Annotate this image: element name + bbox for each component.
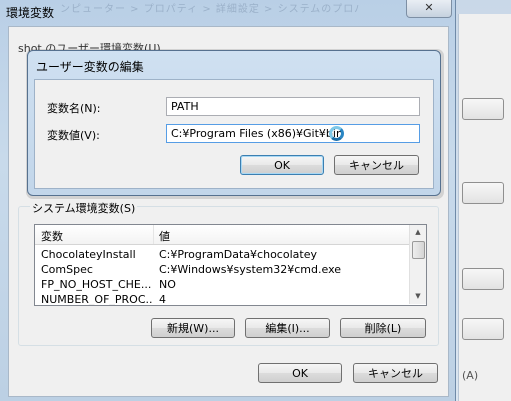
row-variable: ChocolateyInstall xyxy=(41,248,136,261)
background-window-panel xyxy=(458,14,511,401)
dialog-title: ユーザー変数の編集 xyxy=(36,60,144,74)
background-partial-text: (A) xyxy=(462,369,479,382)
background-button[interactable] xyxy=(462,318,504,340)
column-header-value[interactable]: 値 xyxy=(159,228,170,244)
new-button[interactable]: 新規(W)... xyxy=(151,318,235,338)
variable-name-field[interactable]: PATH xyxy=(166,97,420,116)
dialog-cancel-button[interactable]: キャンセル xyxy=(334,155,419,175)
window-title: 環境変数 xyxy=(6,6,55,20)
table-row[interactable]: NUMBER_OF_PROC... 4 xyxy=(35,292,409,306)
dialog-ok-button[interactable]: OK xyxy=(240,155,324,175)
table-row[interactable]: ComSpec C:¥Windows¥system32¥cmd.exe xyxy=(35,262,409,277)
column-separator[interactable] xyxy=(153,225,154,244)
delete-button[interactable]: 削除(L) xyxy=(340,318,426,338)
background-button[interactable] xyxy=(462,98,504,120)
blurred-title-text: ンピューター > プロパティ > 詳細設定 > システムのプロパティ xyxy=(60,4,360,14)
row-variable: NUMBER_OF_PROC... xyxy=(41,293,153,306)
edit-button[interactable]: 編集(I)... xyxy=(245,318,330,338)
variable-value-field[interactable]: C:¥Program Files (x86)¥Git¥bin xyxy=(166,124,420,143)
system-variables-list[interactable]: 変数 値 ChocolateyInstall C:¥ProgramData¥ch… xyxy=(34,224,427,306)
close-icon: ✕ xyxy=(424,1,434,14)
row-value: C:¥ProgramData¥chocolatey xyxy=(159,248,317,261)
table-row[interactable]: ChocolateyInstall C:¥ProgramData¥chocola… xyxy=(35,247,409,262)
scroll-thumb[interactable] xyxy=(412,241,425,259)
table-row[interactable]: FP_NO_HOST_CHE... NO xyxy=(35,277,409,292)
background-button[interactable] xyxy=(462,182,504,204)
row-variable: ComSpec xyxy=(41,263,93,276)
vertical-scrollbar[interactable]: ▲ ▼ xyxy=(409,225,426,304)
row-value: NO xyxy=(159,278,176,291)
system-variables-label: システム環境変数(S) xyxy=(30,200,138,216)
scroll-down-icon[interactable]: ▼ xyxy=(410,289,426,304)
variable-name-label: 変数名(N): xyxy=(47,102,101,115)
row-value: C:¥Windows¥system32¥cmd.exe xyxy=(159,263,342,276)
cancel-button[interactable]: キャンセル xyxy=(353,363,438,383)
list-header: 変数 値 xyxy=(35,225,409,245)
busy-cursor-icon xyxy=(329,126,344,141)
row-variable: FP_NO_HOST_CHE... xyxy=(41,278,152,291)
ok-button[interactable]: OK xyxy=(258,363,342,383)
column-header-variable[interactable]: 変数 xyxy=(41,228,63,244)
row-value: 4 xyxy=(159,293,166,306)
background-button[interactable] xyxy=(462,268,504,290)
close-button[interactable]: ✕ xyxy=(406,0,452,18)
variable-value-label: 変数値(V): xyxy=(47,129,100,142)
scroll-up-icon[interactable]: ▲ xyxy=(410,225,426,240)
